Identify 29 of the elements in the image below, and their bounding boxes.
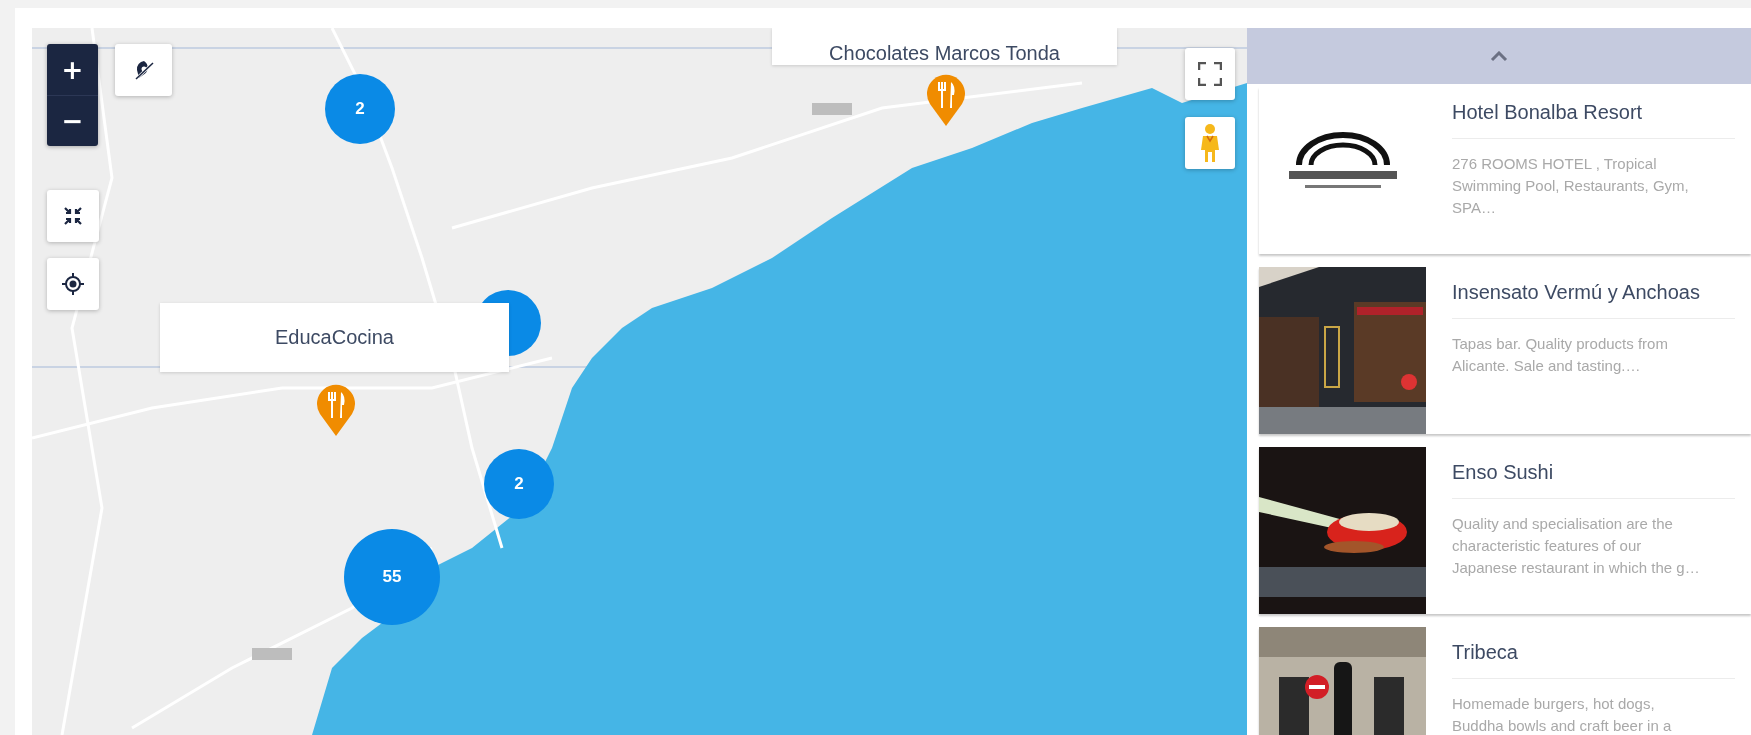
- place-card[interactable]: Insensato Vermú y Anchoas Tapas bar. Quality products from Alicante. Sale and tasting.…: [1259, 267, 1751, 434]
- place-description: Quality and specialisation are the characteristic features of our Japanese restaurant in which the g…: [1452, 514, 1701, 578]
- place-description: 276 ROOMS HOTEL , Tropical Swimming Pool, Restaurants, Gym, SPA…: [1452, 154, 1690, 218]
- locate-button[interactable]: [47, 258, 99, 310]
- collapse-icon: [63, 206, 83, 226]
- place-title: Hotel Bonalba Resort: [1452, 101, 1735, 139]
- fullscreen-icon: [1198, 62, 1222, 86]
- cluster-count: 2: [355, 99, 365, 119]
- visibility-button[interactable]: [115, 44, 172, 96]
- crosshair-icon: [62, 273, 84, 295]
- person-icon: [1200, 123, 1220, 163]
- cluster-count: 2: [514, 474, 524, 494]
- zoom-out-button[interactable]: −: [47, 95, 98, 146]
- collapse-button[interactable]: [47, 190, 99, 242]
- chevron-up-icon: [1490, 50, 1508, 62]
- place-card[interactable]: Tribeca Homemade burgers, hot dogs, Buddha bowls and craft beer in a: [1259, 627, 1751, 735]
- eye-slash-icon: [132, 59, 155, 81]
- zoom-in-button[interactable]: +: [47, 44, 98, 95]
- place-card[interactable]: Enso Sushi Quality and specialisation are the characteristic features of our Japanese restaurant in which the g…: [1259, 447, 1751, 614]
- fullscreen-button[interactable]: [1185, 48, 1235, 100]
- place-title: Enso Sushi: [1452, 461, 1735, 499]
- place-description: Homemade burgers, hot dogs, Buddha bowls and craft beer in a: [1452, 694, 1673, 735]
- place-card[interactable]: Hotel Bonalba Resort 276 ROOMS HOTEL , Tropical Swimming Pool, Restaurants, Gym, SPA…: [1259, 87, 1751, 254]
- place-title: Insensato Vermú y Anchoas: [1452, 281, 1735, 319]
- place-description: Tapas bar. Quality products from Alicante. Sale and tasting.…: [1452, 334, 1669, 376]
- cluster-count: 55: [382, 567, 402, 587]
- place-name: Chocolates Marcos Tonda: [829, 42, 1060, 65]
- place-title: Tribeca: [1452, 641, 1735, 679]
- place-name: EducaCocina: [275, 326, 394, 349]
